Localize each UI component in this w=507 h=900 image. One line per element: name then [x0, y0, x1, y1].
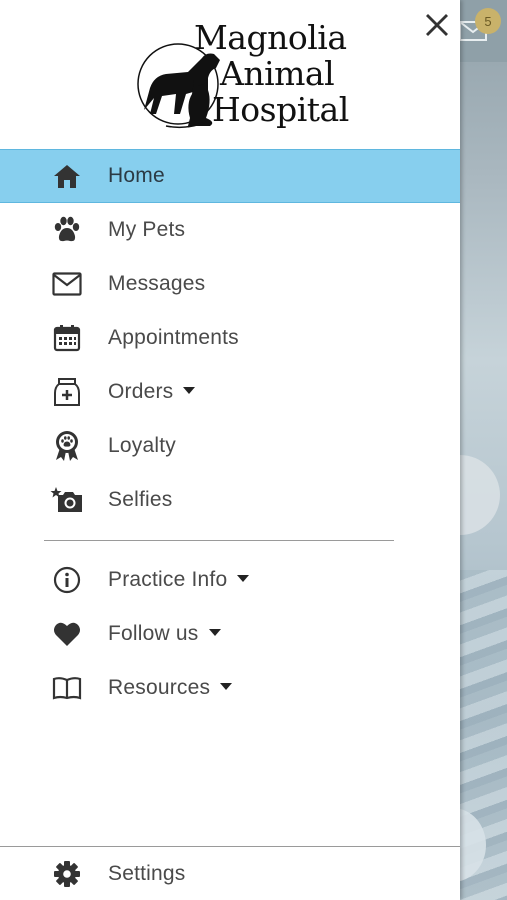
logo-line-3: Hospital	[212, 90, 349, 129]
menu-item-label: Appointments	[108, 326, 239, 349]
chevron-down-icon	[237, 574, 250, 582]
home-icon	[50, 159, 84, 193]
secondary-menu: Practice Info Follow us Resources	[0, 553, 460, 715]
menu-item-selfies[interactable]: Selfies	[0, 473, 460, 527]
medication-icon	[50, 375, 84, 409]
notification-badge: 5	[475, 8, 501, 34]
menu-item-label: Selfies	[108, 488, 173, 511]
menu-item-home[interactable]: Home	[0, 149, 460, 203]
menu-item-label: My Pets	[108, 218, 186, 241]
logo-line-2: Animal	[220, 54, 335, 93]
main-menu: Home My Pets Messages Appointments Order…	[0, 149, 460, 527]
menu-item-label: Messages	[108, 272, 206, 295]
menu-item-label: Settings	[108, 861, 186, 885]
envelope-icon	[50, 267, 84, 301]
camera-icon	[50, 483, 84, 517]
chevron-down-icon	[208, 628, 221, 636]
menu-item-settings[interactable]: Settings	[0, 847, 460, 900]
chevron-down-icon	[183, 386, 196, 394]
menu-item-label: Follow us	[108, 622, 221, 646]
menu-item-label: Orders	[108, 380, 196, 404]
menu-item-my-pets[interactable]: My Pets	[0, 203, 460, 257]
menu-divider	[44, 540, 394, 541]
paw-icon	[50, 213, 84, 247]
close-button[interactable]	[420, 8, 454, 42]
ribbon-paw-icon	[50, 429, 84, 463]
menu-item-follow-us[interactable]: Follow us	[0, 607, 460, 661]
menu-item-label: Home	[108, 164, 165, 187]
info-icon	[50, 563, 84, 597]
menu-item-practice-info[interactable]: Practice Info	[0, 553, 460, 607]
menu-item-resources[interactable]: Resources	[0, 661, 460, 715]
heart-icon	[50, 617, 84, 651]
calendar-icon	[50, 321, 84, 355]
gear-icon	[50, 857, 84, 891]
logo-line-1: Magnolia	[194, 18, 347, 57]
hospital-logo: Magnolia Animal Hospital	[136, 18, 349, 136]
chevron-down-icon	[220, 682, 233, 690]
menu-item-orders[interactable]: Orders	[0, 365, 460, 419]
menu-item-label: Practice Info	[108, 568, 250, 592]
book-icon	[50, 671, 84, 705]
menu-item-loyalty[interactable]: Loyalty	[0, 419, 460, 473]
navigation-drawer: Magnolia Animal Hospital Home My Pets Me…	[0, 0, 460, 900]
menu-item-appointments[interactable]: Appointments	[0, 311, 460, 365]
background-app	[460, 0, 507, 900]
menu-item-messages[interactable]: Messages	[0, 257, 460, 311]
close-icon	[426, 14, 448, 36]
menu-item-label: Loyalty	[108, 434, 176, 457]
menu-item-label: Resources	[108, 676, 233, 700]
